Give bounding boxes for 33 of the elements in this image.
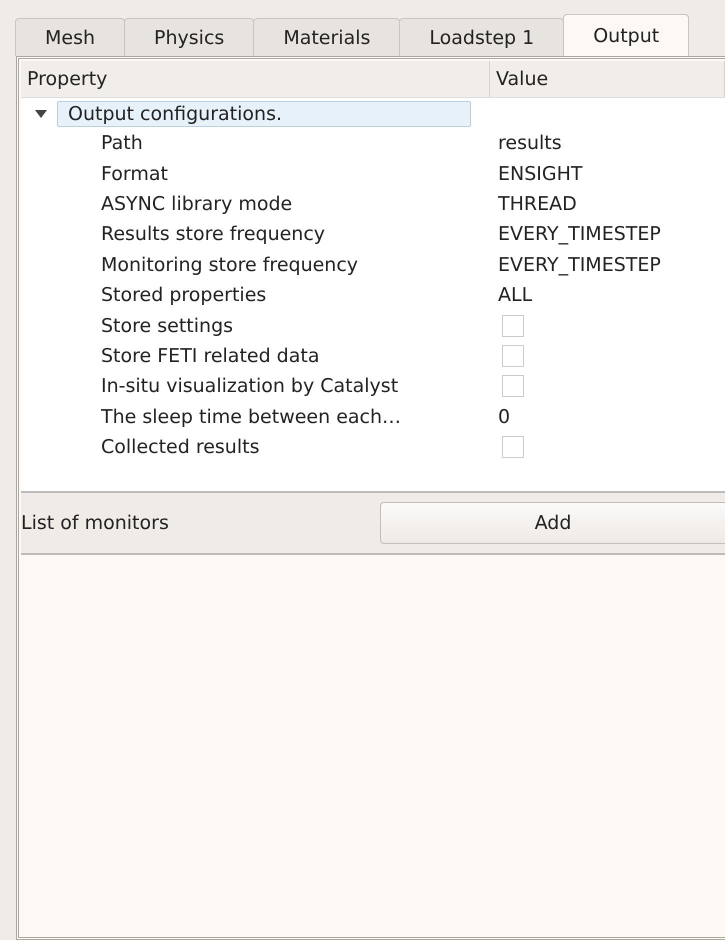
property-name: Path	[100, 132, 144, 154]
property-value[interactable]: 0	[498, 406, 725, 428]
property-name: ASYNC library mode	[100, 192, 294, 215]
property-name: Format	[100, 162, 169, 185]
tab[interactable]: Physics	[124, 18, 254, 56]
property-name: Store settings	[100, 314, 234, 337]
column-header[interactable]: Property	[21, 61, 490, 97]
checkbox[interactable]	[502, 314, 524, 337]
property-value[interactable]: results	[498, 132, 725, 154]
add-button[interactable]: Add	[380, 502, 725, 544]
property-name: Collected results	[100, 436, 260, 458]
checkbox[interactable]	[502, 436, 524, 458]
property-name: Results store frequency	[100, 223, 326, 246]
tab[interactable]: Output	[563, 14, 690, 56]
property-value[interactable]: THREAD	[498, 192, 725, 215]
property-name: Store FETI related data	[100, 344, 320, 367]
property-value[interactable]: ALL	[498, 284, 725, 306]
tree-group-item[interactable]: Output configurations.	[57, 101, 471, 127]
tab[interactable]: Loadstep 1	[399, 18, 564, 56]
column-header[interactable]: Value	[490, 61, 725, 97]
property-value[interactable]: ENSIGHT	[498, 162, 725, 185]
property-name: The sleep time between each…	[100, 406, 402, 428]
tab[interactable]: Mesh	[15, 18, 126, 56]
tab[interactable]: Materials	[253, 18, 400, 56]
property-name: In-situ visualization by Catalyst	[100, 375, 400, 398]
property-value[interactable]: EVERY_TIMESTEP	[498, 223, 725, 246]
property-value[interactable]: EVERY_TIMESTEP	[498, 254, 725, 276]
expanded-caret-icon[interactable]	[35, 110, 47, 118]
property-name: Stored properties	[100, 284, 268, 306]
monitors-label: List of monitors	[21, 512, 170, 534]
property-name: Monitoring store frequency	[100, 254, 360, 276]
checkbox[interactable]	[502, 344, 524, 367]
checkbox[interactable]	[502, 375, 524, 398]
